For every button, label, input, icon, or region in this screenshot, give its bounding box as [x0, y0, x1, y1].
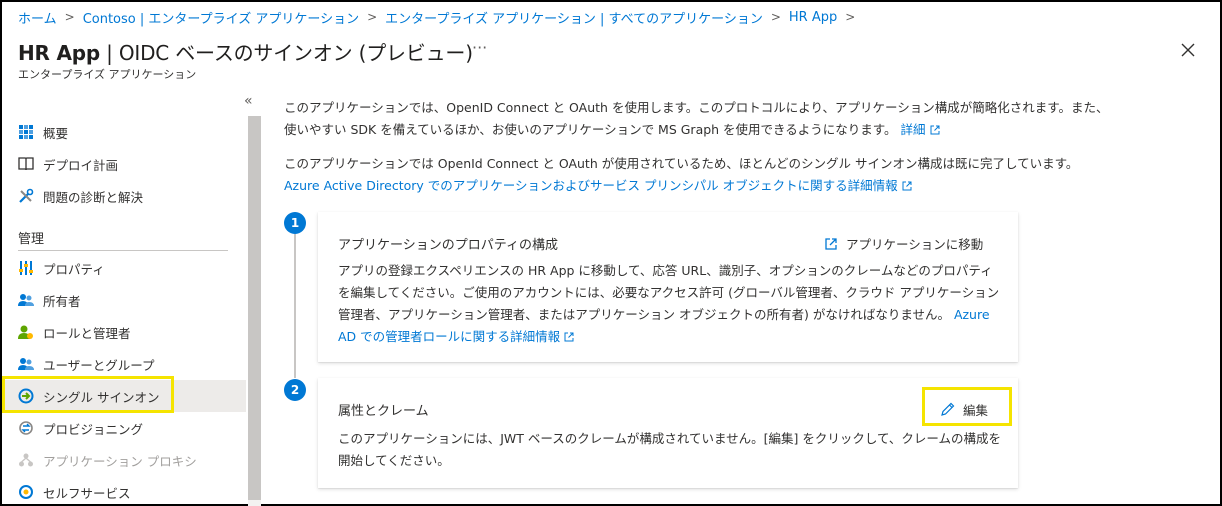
- step-number-1: 1: [284, 212, 306, 234]
- breadcrumb-contoso[interactable]: Contoso | エンタープライズ アプリケーション: [83, 8, 359, 27]
- breadcrumb-hr-app[interactable]: HR App: [789, 10, 837, 25]
- people-icon: [17, 355, 35, 373]
- breadcrumb: ホーム > Contoso | エンタープライズ アプリケーション > エンター…: [18, 7, 863, 27]
- sidebar-item-single-sign-on[interactable]: シングル サインオン: [2, 380, 246, 412]
- sidebar-item-owners[interactable]: 所有者: [2, 284, 246, 316]
- sidebar-item-label: アプリケーション プロキシ: [43, 453, 197, 469]
- pencil-icon: [940, 402, 955, 417]
- user-admin-icon: [17, 323, 35, 341]
- sidebar-item-label: ロールと管理者: [43, 325, 131, 341]
- more-button[interactable]: ···: [472, 38, 487, 57]
- tools-icon: [17, 187, 35, 205]
- service-principal-label: Azure Active Directory でのアプリケーションおよびサービス…: [284, 178, 898, 193]
- grid-icon: [17, 123, 35, 141]
- chevron-right-icon: >: [64, 10, 75, 24]
- breadcrumb-all-apps[interactable]: エンタープライズ アプリケーション | すべてのアプリケーション: [385, 8, 763, 27]
- collapse-sidebar-button[interactable]: «: [244, 93, 253, 109]
- page-title-rest: | OIDC ベースのサインオン (プレビュー): [100, 41, 473, 65]
- sso-icon: [17, 387, 35, 405]
- sidebar-item-provisioning[interactable]: プロビジョニング: [2, 412, 246, 444]
- open-external-icon: [824, 237, 838, 251]
- self-service-icon: [17, 483, 35, 501]
- intro-text: このアプリケーションでは、OpenID Connect と OAuth を使用し…: [284, 100, 1109, 137]
- sidebar-item-label: 問題の診断と解決: [43, 189, 144, 205]
- close-button[interactable]: [1176, 38, 1200, 62]
- provisioning-icon: [17, 419, 35, 437]
- properties-icon: [17, 259, 35, 277]
- page-title-app: HR App: [18, 41, 101, 65]
- card-title: アプリケーションのプロパティの構成: [338, 238, 558, 253]
- go-to-application-label: アプリケーションに移動: [846, 237, 984, 252]
- sidebar-item-label: プロパティ: [43, 261, 105, 277]
- sidebar-item-diagnose[interactable]: 問題の診断と解決: [2, 180, 246, 212]
- sidebar-item-label: ユーザーとグループ: [43, 357, 155, 373]
- chevron-right-icon: >: [770, 10, 781, 24]
- external-link-icon: [930, 125, 940, 135]
- proxy-icon: [17, 451, 35, 469]
- learn-more-label: 詳細: [900, 122, 926, 137]
- intro-paragraph-1: このアプリケーションでは、OpenID Connect と OAuth を使用し…: [284, 97, 1114, 141]
- intro-paragraph-2: このアプリケーションでは OpenId Connect と OAuth が使用さ…: [284, 153, 1114, 197]
- sidebar-item-label: シングル サインオン: [43, 389, 160, 405]
- sidebar-item-app-proxy[interactable]: アプリケーション プロキシ: [2, 444, 246, 476]
- go-to-application-button[interactable]: アプリケーションに移動: [824, 234, 983, 253]
- page-subtitle: エンタープライズ アプリケーション: [18, 68, 197, 81]
- section-divider: [18, 250, 228, 251]
- sidebar: 概要 デプロイ計画 問題の診断と解決 管理 プロパティ 所有者 ロールと管理者: [2, 116, 246, 506]
- page-title: HR App | OIDC ベースのサインオン (プレビュー): [18, 37, 473, 66]
- sidebar-item-self-service[interactable]: セルフサービス: [2, 476, 246, 506]
- card-body-text: アプリの登録エクスペリエンスの HR App に移動して、応答 URL、識別子、…: [338, 263, 1000, 322]
- sidebar-item-label: デプロイ計画: [43, 157, 119, 173]
- card-body: このアプリケーションには、JWT ベースのクレームが構成されていません。[編集]…: [338, 431, 1002, 468]
- sidebar-item-label: セルフサービス: [43, 485, 131, 501]
- close-icon: [1181, 43, 1195, 57]
- sidebar-item-label: 所有者: [43, 293, 81, 309]
- sidebar-item-users-groups[interactable]: ユーザーとグループ: [2, 348, 246, 380]
- section-manage-label: 管理: [18, 232, 45, 247]
- sidebar-item-deployment-plan[interactable]: デプロイ計画: [2, 148, 246, 180]
- chevron-right-icon: >: [367, 10, 378, 24]
- card-attributes-claims: 属性とクレーム 編集 このアプリケーションには、JWT ベースのクレームが構成さ…: [318, 378, 1018, 488]
- steps-connector: [294, 234, 296, 378]
- intro-text: このアプリケーションでは OpenId Connect と OAuth が使用さ…: [284, 156, 1079, 171]
- service-principal-link[interactable]: Azure Active Directory でのアプリケーションおよびサービス…: [284, 178, 912, 193]
- scrollbar-thumb[interactable]: [248, 116, 261, 500]
- card-title: 属性とクレーム: [338, 404, 429, 419]
- sidebar-item-properties[interactable]: プロパティ: [2, 252, 246, 284]
- external-link-icon: [564, 332, 574, 342]
- step-number-2: 2: [284, 379, 306, 401]
- external-link-icon: [902, 181, 912, 191]
- card-app-properties: アプリケーションのプロパティの構成 アプリケーションに移動 アプリの登録エクスペ…: [318, 212, 1018, 362]
- sidebar-item-roles-admins[interactable]: ロールと管理者: [2, 316, 246, 348]
- sidebar-item-label: 概要: [43, 125, 69, 141]
- breadcrumb-home[interactable]: ホーム: [18, 8, 57, 27]
- edit-button[interactable]: 編集: [940, 400, 988, 419]
- sidebar-item-overview[interactable]: 概要: [2, 116, 246, 148]
- sidebar-item-label: プロビジョニング: [43, 421, 144, 437]
- people-icon: [17, 291, 35, 309]
- learn-more-link[interactable]: 詳細: [901, 122, 940, 137]
- chevron-right-icon: >: [845, 10, 856, 24]
- card-body: アプリの登録エクスペリエンスの HR App に移動して、応答 URL、識別子、…: [338, 260, 1003, 348]
- edit-label: 編集: [963, 403, 989, 418]
- book-icon: [17, 155, 35, 173]
- sidebar-scrollbar[interactable]: [248, 116, 261, 506]
